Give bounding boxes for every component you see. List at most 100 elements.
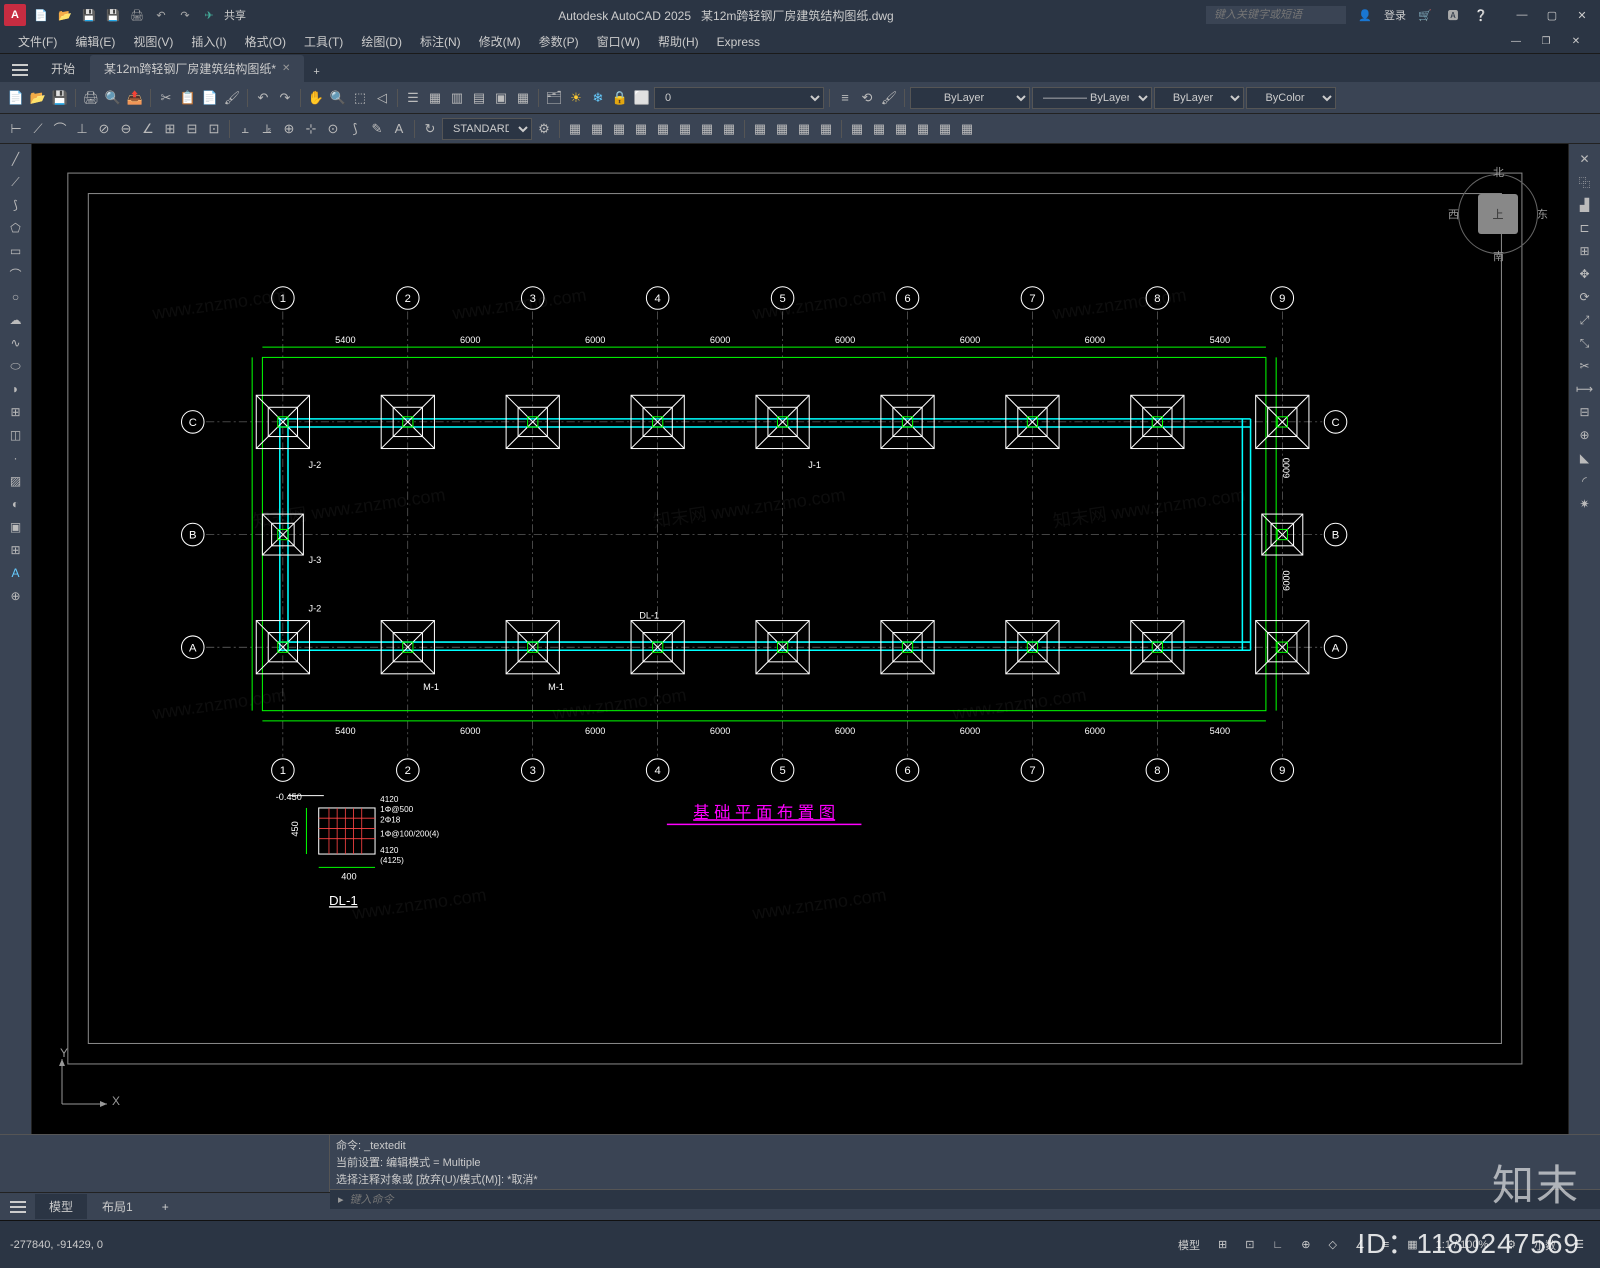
save-icon[interactable]: 💾 — [80, 6, 98, 24]
layercolor-icon[interactable]: ⬜ — [632, 88, 652, 108]
open-icon[interactable]: 📂 — [56, 6, 74, 24]
copy-tool-icon[interactable]: ⿻ — [1571, 171, 1599, 193]
command-input[interactable] — [350, 1194, 1592, 1206]
menu-view[interactable]: 视图(V) — [125, 30, 181, 53]
t8-icon[interactable]: ▦ — [719, 119, 739, 139]
undo-icon[interactable]: ↶ — [152, 6, 170, 24]
menu-draw[interactable]: 绘图(D) — [353, 30, 410, 53]
spline-tool-icon[interactable]: ∿ — [2, 332, 30, 354]
viewcube[interactable]: 上 北 南 东 西 — [1448, 164, 1548, 264]
copy-icon[interactable]: 📋 — [178, 88, 198, 108]
menu-window[interactable]: 窗口(W) — [589, 30, 648, 53]
layout-menu-icon[interactable] — [6, 1195, 30, 1219]
qopen-icon[interactable]: 📂 — [28, 88, 48, 108]
plotcolor-select[interactable]: ByColor — [1246, 87, 1336, 109]
markup-icon[interactable]: ▣ — [491, 88, 511, 108]
hamburger-menu[interactable] — [8, 58, 32, 82]
dc-icon[interactable]: ▦ — [425, 88, 445, 108]
maximize-button[interactable]: ▢ — [1538, 4, 1566, 26]
layer-mgr-icon[interactable]: 🗂 — [544, 88, 564, 108]
redo2-icon[interactable]: ↷ — [275, 88, 295, 108]
layerprev-icon[interactable]: ⟲ — [857, 88, 877, 108]
region-tool-icon[interactable]: ▣ — [2, 516, 30, 538]
tp-icon[interactable]: ▥ — [447, 88, 467, 108]
dim-cont-icon[interactable]: ⊡ — [204, 119, 224, 139]
share-icon[interactable]: ✈ — [200, 6, 218, 24]
ortho-toggle-icon[interactable]: ∟ — [1266, 1236, 1289, 1254]
cut-icon[interactable]: ✂ — [156, 88, 176, 108]
sun-icon[interactable]: ☀ — [566, 88, 586, 108]
pline-tool-icon[interactable]: ⟆ — [2, 194, 30, 216]
tolerance-icon[interactable]: ⊕ — [279, 119, 299, 139]
plot-icon[interactable]: 🖨 — [128, 6, 146, 24]
t2-icon[interactable]: ▦ — [587, 119, 607, 139]
ellipse-tool-icon[interactable]: ⬭ — [2, 355, 30, 377]
props-icon[interactable]: ☰ — [403, 88, 423, 108]
rotate-tool-icon[interactable]: ⟳ — [1571, 286, 1599, 308]
menu-param[interactable]: 参数(P) — [531, 30, 587, 53]
linetype-select[interactable]: ———— ByLayerByLayer — [1032, 87, 1152, 109]
fillet-tool-icon[interactable]: ◜ — [1571, 470, 1599, 492]
t12-icon[interactable]: ▦ — [816, 119, 836, 139]
preview-icon[interactable]: 🔍 — [103, 88, 123, 108]
extend-tool-icon[interactable]: ⟼ — [1571, 378, 1599, 400]
scale-tool-icon[interactable]: ⤢ — [1571, 309, 1599, 331]
break-tool-icon[interactable]: ⊟ — [1571, 401, 1599, 423]
insert-tool-icon[interactable]: ⊞ — [2, 401, 30, 423]
menu-dim[interactable]: 标注(N) — [412, 30, 469, 53]
share-label[interactable]: 共享 — [224, 7, 246, 23]
layer-select[interactable]: 0 — [654, 87, 824, 109]
dim-linear-icon[interactable]: ⊢ — [6, 119, 26, 139]
help-search-input[interactable] — [1206, 6, 1346, 24]
qnew-icon[interactable]: 📄 — [6, 88, 26, 108]
zoomprev-icon[interactable]: ◁ — [372, 88, 392, 108]
undo2-icon[interactable]: ↶ — [253, 88, 273, 108]
dim-rad-icon[interactable]: ⊘ — [94, 119, 114, 139]
dim-ord-icon[interactable]: ⊥ — [72, 119, 92, 139]
arc-tool-icon[interactable]: ⌒ — [2, 263, 30, 285]
match-icon[interactable]: 🖌 — [222, 88, 242, 108]
dim-quick-icon[interactable]: ⊞ — [160, 119, 180, 139]
menu-express[interactable]: Express — [709, 32, 768, 52]
t10-icon[interactable]: ▦ — [772, 119, 792, 139]
publish-icon[interactable]: 📤 — [125, 88, 145, 108]
stretch-tool-icon[interactable]: ⤡ — [1571, 332, 1599, 354]
dim-aligned-icon[interactable]: ⟋ — [28, 119, 48, 139]
status-model[interactable]: 模型 — [1172, 1234, 1206, 1256]
user-icon[interactable]: 👤 — [1356, 6, 1374, 24]
autodesk-icon[interactable]: 🅰 — [1444, 6, 1462, 24]
t17-icon[interactable]: ▦ — [935, 119, 955, 139]
tab-file[interactable]: 某12m跨轻钢厂房建筑结构图纸*✕ — [90, 55, 304, 82]
dim-break-icon[interactable]: ⫡ — [257, 119, 277, 139]
doc-restore-button[interactable]: ❐ — [1532, 31, 1560, 53]
t9-icon[interactable]: ▦ — [750, 119, 770, 139]
centermark-icon[interactable]: ⊹ — [301, 119, 321, 139]
dim-base-icon[interactable]: ⊟ — [182, 119, 202, 139]
table-tool-icon[interactable]: ⊞ — [2, 539, 30, 561]
osnap-toggle-icon[interactable]: ◇ — [1322, 1235, 1342, 1254]
color-select[interactable]: ByLayer — [910, 87, 1030, 109]
t4-icon[interactable]: ▦ — [631, 119, 651, 139]
tab-add-button[interactable]: + — [305, 62, 327, 82]
snap-toggle-icon[interactable]: ⊡ — [1239, 1235, 1260, 1254]
t15-icon[interactable]: ▦ — [891, 119, 911, 139]
grid-toggle-icon[interactable]: ⊞ — [1212, 1235, 1233, 1254]
qsave-icon[interactable]: 💾 — [50, 88, 70, 108]
tab-model[interactable]: 模型 — [35, 1194, 87, 1219]
freeze-icon[interactable]: ❄ — [588, 88, 608, 108]
t11-icon[interactable]: ▦ — [794, 119, 814, 139]
drawing-canvas[interactable]: www.znzmo.com www.znzmo.com www.znzmo.co… — [32, 144, 1568, 1134]
explode-tool-icon[interactable]: ✷ — [1571, 493, 1599, 515]
mtext-tool-icon[interactable]: A — [2, 562, 30, 584]
t13-icon[interactable]: ▦ — [847, 119, 867, 139]
jogged-icon[interactable]: ⟆ — [345, 119, 365, 139]
minimize-button[interactable]: — — [1508, 4, 1536, 26]
pan-icon[interactable]: ✋ — [306, 88, 326, 108]
menu-insert[interactable]: 插入(I) — [183, 30, 234, 53]
dim-ang-icon[interactable]: ∠ — [138, 119, 158, 139]
ellipsearc-tool-icon[interactable]: ◗ — [2, 378, 30, 400]
saveas-icon[interactable]: 💾 — [104, 6, 122, 24]
doc-close-button[interactable]: ✕ — [1562, 31, 1590, 53]
point-tool-icon[interactable]: · — [2, 447, 30, 469]
offset-tool-icon[interactable]: ⊏ — [1571, 217, 1599, 239]
